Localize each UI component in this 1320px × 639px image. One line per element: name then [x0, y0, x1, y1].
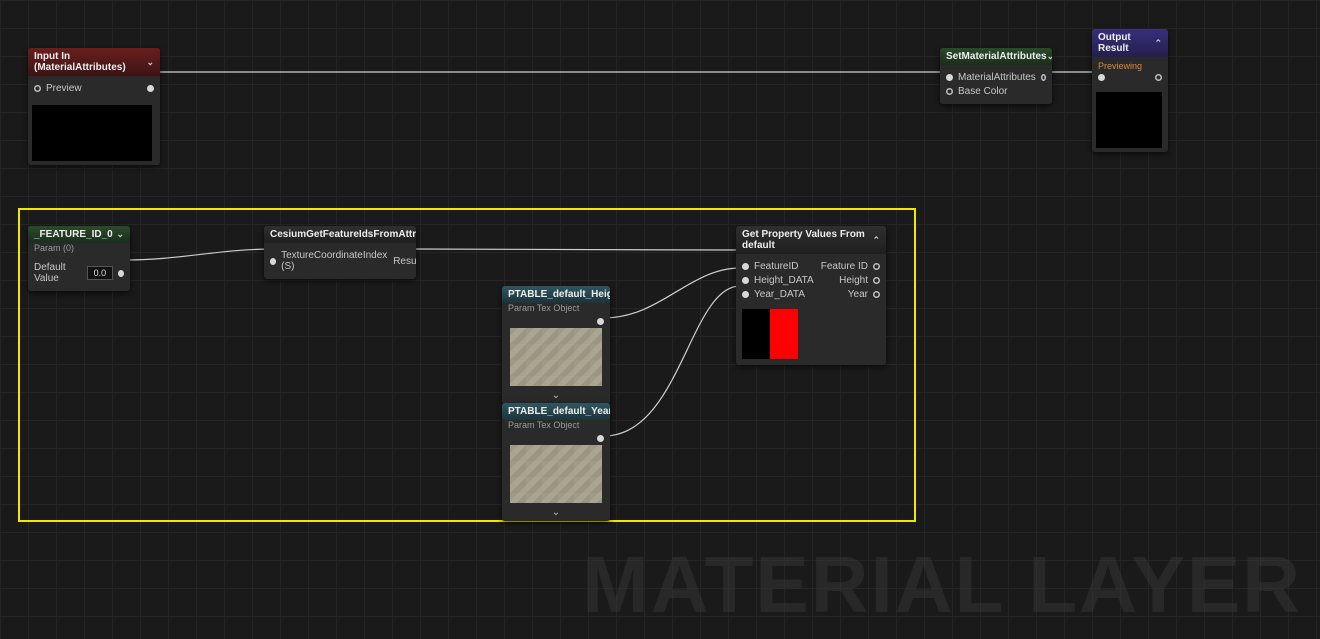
canvas-watermark: MATERIAL LAYER	[582, 539, 1302, 631]
node-title: _FEATURE_ID_0	[34, 229, 113, 240]
chevron-down-icon[interactable]: ⌄	[502, 505, 610, 521]
node-input-materialattributes[interactable]: Input In (MaterialAttributes) ⌄ Preview	[28, 48, 160, 165]
pin-preview-toggle[interactable]	[34, 85, 41, 92]
input-pin[interactable]	[1098, 74, 1105, 81]
output-pin[interactable]	[1155, 74, 1162, 81]
input-pin[interactable]	[742, 263, 749, 270]
pin-row-year: Year_DATA Year	[742, 289, 880, 300]
input-pin[interactable]	[270, 258, 276, 265]
node-header[interactable]: PTABLE_default_Height ⌃	[502, 286, 610, 303]
output-pin[interactable]	[597, 435, 604, 442]
pin-label: Year_DATA	[754, 289, 805, 300]
node-header[interactable]: _FEATURE_ID_0 ⌄	[28, 226, 130, 243]
node-subtitle: Param Tex Object	[502, 420, 610, 432]
pin-label: TextureCoordinateIndex (S)	[281, 250, 388, 272]
output-pin-material-attributes[interactable]	[1041, 74, 1046, 81]
node-ptable-year[interactable]: PTABLE_default_Year ⌃ Param Tex Object ⌄	[502, 403, 610, 521]
node-feature-id-param[interactable]: _FEATURE_ID_0 ⌄ Param (0) Default Value	[28, 226, 130, 291]
input-pin-material-attributes[interactable]	[946, 74, 953, 81]
node-subtitle: Param (0)	[28, 243, 130, 255]
output-pin[interactable]	[118, 270, 124, 277]
node-preview	[1096, 92, 1162, 148]
node-header[interactable]: PTABLE_default_Year ⌃	[502, 403, 610, 420]
chevron-down-icon: ⌄	[116, 229, 124, 240]
output-pin[interactable]	[147, 85, 154, 92]
chevron-down-icon[interactable]: ⌄	[502, 388, 610, 404]
output-pin[interactable]	[873, 291, 880, 298]
node-header[interactable]: Input In (MaterialAttributes) ⌄	[28, 48, 160, 76]
node-header[interactable]: CesiumGetFeatureIdsFromAttribute	[264, 226, 416, 243]
output-pin[interactable]	[873, 277, 880, 284]
node-header[interactable]: SetMaterialAttributes ⌄	[940, 48, 1052, 65]
pin-label: Base Color	[958, 86, 1007, 97]
node-header[interactable]: Output Result ⌃	[1092, 29, 1168, 57]
pin-label: Height_DATA	[754, 275, 814, 286]
pin-row-height: Height_DATA Height	[742, 275, 880, 286]
node-title: Input In (MaterialAttributes)	[34, 51, 146, 73]
node-title: PTABLE_default_Height	[508, 289, 610, 300]
pin-label: Feature ID	[821, 261, 868, 272]
pin-label: FeatureID	[754, 261, 798, 272]
input-pin[interactable]	[742, 291, 749, 298]
chevron-down-icon: ⌄	[146, 57, 154, 68]
pin-row-feature-id: FeatureID Feature ID	[742, 261, 880, 272]
pin-label: Height	[839, 275, 868, 286]
texture-thumbnail	[510, 328, 602, 386]
node-title: Output Result	[1098, 32, 1154, 54]
node-preview	[742, 309, 798, 359]
node-header[interactable]: Get Property Values From default ⌃	[736, 226, 886, 254]
preview-label: Preview	[46, 83, 82, 94]
output-pin[interactable]	[873, 263, 880, 270]
node-title: SetMaterialAttributes	[946, 51, 1047, 62]
node-title: Get Property Values From default	[742, 229, 872, 251]
chevron-down-icon: ⌄	[1047, 51, 1052, 62]
node-output-result[interactable]: Output Result ⌃ Previewing	[1092, 29, 1168, 152]
input-pin-base-color[interactable]	[946, 88, 953, 95]
node-preview	[32, 105, 152, 161]
preview-status: Previewing	[1098, 61, 1162, 71]
default-value-input[interactable]	[87, 266, 113, 280]
pin-label: Result	[393, 256, 416, 267]
output-pin[interactable]	[597, 318, 604, 325]
node-get-property-values[interactable]: Get Property Values From default ⌃ Featu…	[736, 226, 886, 365]
default-value-label: Default Value	[34, 262, 82, 284]
chevron-up-icon: ⌃	[1154, 38, 1162, 49]
node-set-material-attributes[interactable]: SetMaterialAttributes ⌄ MaterialAttribut…	[940, 48, 1052, 104]
chevron-up-icon: ⌃	[872, 235, 880, 246]
pin-label: Year	[848, 289, 868, 300]
node-subtitle: Param Tex Object	[502, 303, 610, 315]
node-title: PTABLE_default_Year	[508, 406, 610, 417]
node-ptable-height[interactable]: PTABLE_default_Height ⌃ Param Tex Object…	[502, 286, 610, 404]
node-title: CesiumGetFeatureIdsFromAttribute	[270, 229, 416, 240]
node-cesium-get-feature-ids[interactable]: CesiumGetFeatureIdsFromAttribute Texture…	[264, 226, 416, 279]
input-pin[interactable]	[742, 277, 749, 284]
pin-label: MaterialAttributes	[958, 72, 1036, 83]
texture-thumbnail	[510, 445, 602, 503]
